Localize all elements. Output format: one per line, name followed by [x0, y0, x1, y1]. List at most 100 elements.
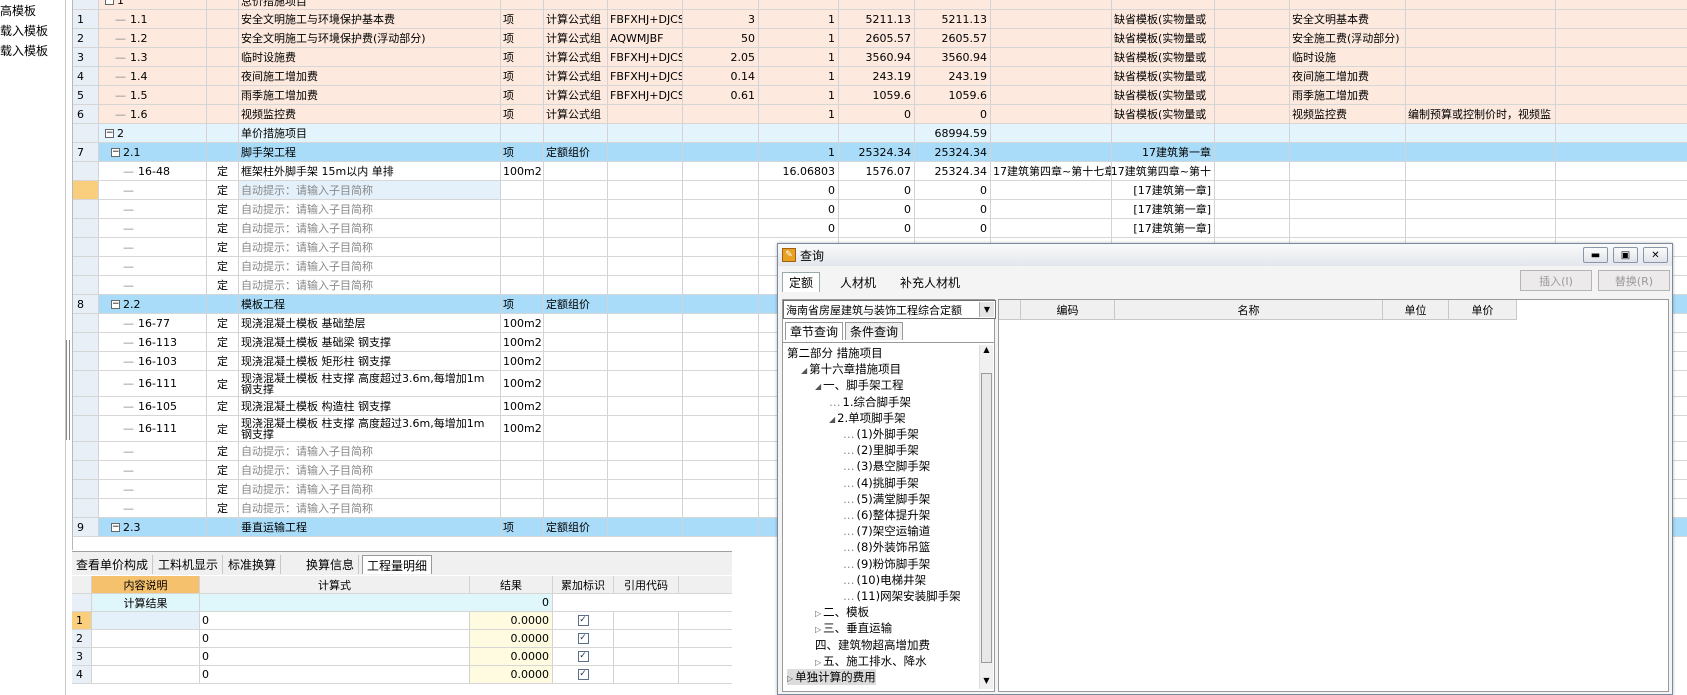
expanded-icon[interactable]: ◢	[801, 366, 807, 375]
collapse-icon[interactable]: −	[111, 522, 120, 532]
table-row[interactable]: 3—1.3临时设施费项计算公式组FBFXHJ+DJCSF2.0513560.94…	[73, 48, 1687, 67]
header-accumulate-flag[interactable]: 累加标识	[553, 576, 614, 593]
checkbox-icon[interactable]: ✓	[577, 615, 589, 626]
tab-bottom-0[interactable]: 查看单价构成	[72, 555, 154, 574]
tree-node[interactable]: … (10)电梯井架	[843, 572, 926, 588]
row-index[interactable]	[73, 397, 99, 415]
result-header-name[interactable]: 名称	[1115, 300, 1383, 320]
header-content-desc[interactable]: 内容说明	[92, 576, 200, 593]
tree-node[interactable]: ◢ 2.单项脚手架	[829, 410, 906, 426]
row-index[interactable]: 7	[73, 143, 99, 161]
row-index[interactable]	[73, 333, 99, 351]
collapsed-icon[interactable]: ▷	[815, 609, 821, 618]
row-index[interactable]	[73, 257, 99, 275]
collapse-icon[interactable]: −	[111, 299, 120, 309]
row-index[interactable]	[73, 0, 99, 9]
header-result[interactable]: 结果	[470, 576, 553, 593]
tree-node[interactable]: … 1.综合脚手架	[829, 394, 911, 410]
row-ref-code[interactable]	[614, 648, 679, 665]
tab-quota[interactable]: 定额	[782, 272, 821, 292]
result-header-unit[interactable]: 单位	[1383, 300, 1449, 320]
row-index[interactable]: 8	[73, 295, 99, 313]
tab-supplement-labor-material[interactable]: 补充人材机	[894, 272, 966, 292]
tree-node[interactable]: … (3)悬空脚手架	[843, 458, 930, 474]
row-name[interactable]: 自动提示：请输入子目简称	[239, 480, 501, 498]
tab-condition-query[interactable]: 条件查询	[845, 322, 904, 340]
row-name[interactable]: 框架柱外脚手架 15m以内 单排	[239, 162, 501, 180]
table-row[interactable]: −1 总价措施项目	[73, 0, 1687, 10]
table-row[interactable]: 2—1.2 安全文明施工与环境保护费(浮动部分) 项计算公式组 AQWMJBF 50 1 2…	[73, 29, 1687, 48]
tree-node[interactable]: … (1)外脚手架	[843, 426, 919, 442]
tree-node[interactable]: … (11)网架安装脚手架	[843, 588, 961, 604]
tab-chapter-query[interactable]: 章节查询	[785, 322, 844, 340]
table-row[interactable]: 2 0 0.0000 ✓	[72, 630, 732, 648]
row-name[interactable]: 自动提示：请输入子目简称	[239, 257, 501, 275]
row-index[interactable]: 6	[73, 105, 99, 123]
table-row[interactable]: 7−2.1 脚手架工程项定额组价 1 25324.34 25324.34 17建筑第一章	[73, 143, 1687, 162]
row-index[interactable]	[73, 124, 99, 142]
row-name[interactable]: 现浇混凝土模板 柱支撑 高度超过3.6m,每增加1m 钢支撑	[239, 416, 501, 441]
expanded-icon[interactable]: ◢	[829, 415, 835, 424]
scrollbar-thumb[interactable]	[981, 373, 992, 663]
tree-node[interactable]: … (7)架空运输道	[843, 523, 930, 539]
replace-button[interactable]: 替换(R)	[1598, 270, 1670, 291]
table-row[interactable]: 4 0 0.0000 ✓	[72, 666, 732, 684]
tree-node[interactable]: … (6)整体提升架	[843, 507, 930, 523]
checkbox-icon[interactable]: ✓	[577, 669, 589, 680]
collapsed-icon[interactable]: ▷	[815, 658, 821, 667]
checkbox-icon[interactable]: ✓	[577, 651, 589, 662]
row-name[interactable]: 自动提示：请输入子目简称	[239, 499, 501, 517]
row-ref-code[interactable]	[614, 630, 679, 647]
header-ref-code[interactable]: 引用代码	[614, 576, 679, 593]
row-index[interactable]: 4	[72, 666, 92, 683]
tree-node[interactable]: 第二部分 措施项目	[787, 345, 883, 361]
checkbox-icon[interactable]: ✓	[577, 633, 589, 644]
tab-bottom-2[interactable]: 标准换算	[224, 555, 282, 574]
chevron-down-icon[interactable]: ▼	[979, 302, 994, 317]
row-accumulate-flag[interactable]: ✓	[553, 648, 614, 665]
tab-labor-material[interactable]: 人材机	[834, 272, 882, 292]
tree-node[interactable]: … (8)外装饰吊篮	[843, 539, 930, 555]
row-index[interactable]: 9	[73, 518, 99, 536]
table-row[interactable]: — 定自动提示：请输入子目简称 0 0 0 [17建筑第一章]	[73, 181, 1687, 200]
row-name[interactable]: 雨季施工增加费	[239, 86, 501, 104]
row-index[interactable]	[73, 162, 99, 180]
row-name[interactable]: 安全文明施工与环境保护基本费	[239, 10, 501, 28]
tree-node[interactable]: ▷ 三、垂直运输	[815, 620, 892, 636]
tree-node[interactable]: ▷ 二、模板	[815, 604, 869, 620]
table-row[interactable]: — 定自动提示：请输入子目简称 0 0 0 [17建筑第一章]	[73, 219, 1687, 238]
table-row[interactable]: 1—1.1安全文明施工与环境保护基本费项计算公式组FBFXHJ+DJCSF315…	[73, 10, 1687, 29]
insert-button[interactable]: 插入(I)	[1520, 270, 1592, 291]
table-row[interactable]: 1 0 0.0000 ✓	[72, 612, 732, 630]
row-index[interactable]	[73, 461, 99, 479]
row-index[interactable]	[73, 352, 99, 370]
row-name[interactable]: 现浇混凝土模板 基础梁 钢支撑	[239, 333, 501, 351]
row-formula[interactable]: 0	[200, 612, 470, 629]
row-index[interactable]: 4	[73, 67, 99, 85]
minimize-icon[interactable]: ▬	[1583, 247, 1608, 263]
template-item[interactable]: 载入模板	[0, 22, 48, 39]
result-header-code[interactable]: 编码	[1021, 300, 1115, 320]
collapse-icon[interactable]: −	[111, 147, 120, 157]
row-accumulate-flag[interactable]: ✓	[553, 666, 614, 683]
row-index[interactable]	[73, 219, 99, 237]
tree-node[interactable]: … (9)粉饰脚手架	[843, 556, 930, 572]
scroll-down-icon[interactable]: ▼	[980, 676, 993, 689]
tree-node[interactable]: … (5)满堂脚手架	[843, 491, 930, 507]
row-ref-code[interactable]	[614, 612, 679, 629]
table-row[interactable]: 3 0 0.0000 ✓	[72, 648, 732, 666]
row-accumulate-flag[interactable]: ✓	[553, 612, 614, 629]
row-index[interactable]	[73, 416, 99, 441]
close-icon[interactable]: ✕	[1643, 247, 1668, 263]
row-name[interactable]: 垂直运输工程	[239, 518, 501, 536]
row-index[interactable]: 2	[72, 630, 92, 647]
table-row[interactable]: — 定自动提示：请输入子目简称 0 0 0 [17建筑第一章]	[73, 200, 1687, 219]
expanded-icon[interactable]: ◢	[815, 382, 821, 391]
quota-library-select[interactable]: 海南省房屋建筑与装饰工程综合定额 ▼	[783, 300, 996, 319]
row-name[interactable]: 现浇混凝土模板 基础垫层	[239, 314, 501, 332]
table-row[interactable]: −2 单价措施项目 68994.59	[73, 124, 1687, 143]
table-row[interactable]: — 16-48 定框架柱外脚手架 15m以内 单排 100m2 16.06803 1576…	[73, 162, 1687, 181]
row-name[interactable]: 总价措施项目	[239, 0, 501, 9]
row-formula[interactable]: 0	[200, 630, 470, 647]
tree-node[interactable]: … (2)里脚手架	[843, 442, 919, 458]
